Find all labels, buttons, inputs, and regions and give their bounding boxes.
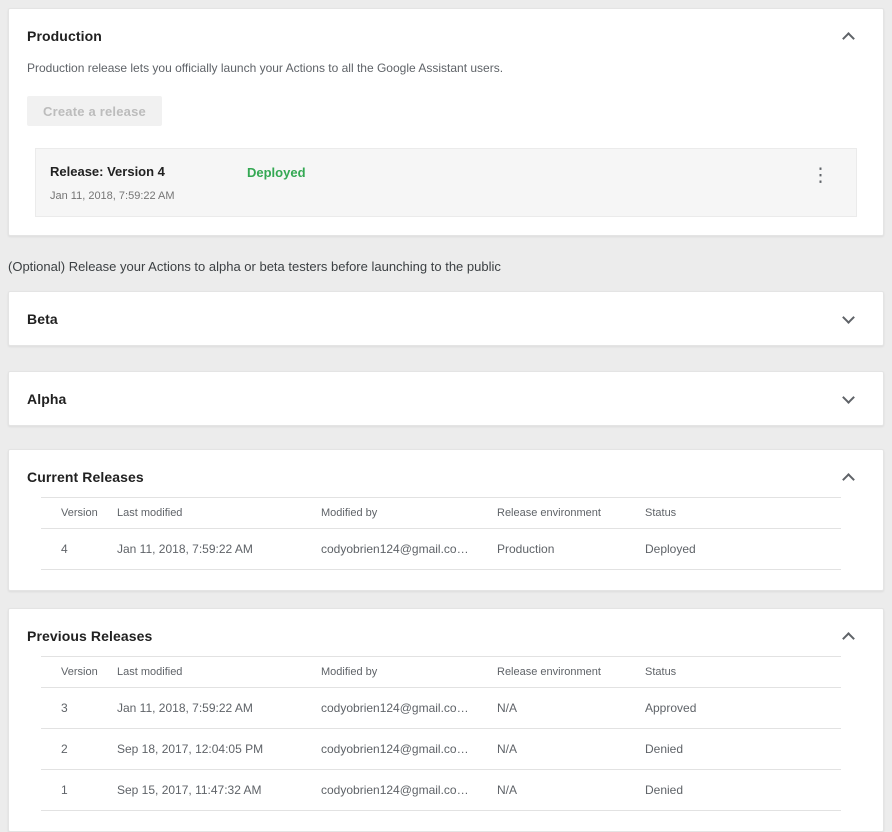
column-header: Release environment bbox=[497, 498, 645, 529]
table-cell: N/A bbox=[497, 729, 645, 770]
column-header: Modified by bbox=[321, 657, 497, 688]
current-releases-table: VersionLast modifiedModified byRelease e… bbox=[41, 497, 841, 570]
table-row: 2Sep 18, 2017, 12:04:05 PMcodyobrien124@… bbox=[41, 729, 841, 770]
table-cell: 2 bbox=[41, 729, 117, 770]
release-info: Release: Version 4 Jan 11, 2018, 7:59:22… bbox=[50, 164, 247, 202]
table-row: 4Jan 11, 2018, 7:59:22 AMcodyobrien124@g… bbox=[41, 529, 841, 570]
table-cell: Jan 11, 2018, 7:59:22 AM bbox=[117, 529, 321, 570]
current-releases-card-header[interactable]: Current Releases bbox=[9, 450, 883, 485]
table-cell: codyobrien124@gmail.co… bbox=[321, 529, 497, 570]
table-row: 3Jan 11, 2018, 7:59:22 AMcodyobrien124@g… bbox=[41, 688, 841, 729]
beta-card: Beta bbox=[8, 291, 884, 346]
chevron-up-icon[interactable] bbox=[842, 473, 855, 486]
production-release-row: Release: Version 4 Jan 11, 2018, 7:59:22… bbox=[35, 148, 857, 217]
current-releases-card: Current Releases VersionLast modifiedMod… bbox=[8, 449, 884, 591]
current-releases-title: Current Releases bbox=[27, 469, 144, 485]
beta-title: Beta bbox=[27, 311, 58, 327]
table-cell: Denied bbox=[645, 729, 841, 770]
chevron-up-icon[interactable] bbox=[842, 32, 855, 45]
table-header-row: VersionLast modifiedModified byRelease e… bbox=[41, 498, 841, 529]
chevron-down-icon[interactable] bbox=[842, 311, 855, 324]
alpha-card-header[interactable]: Alpha bbox=[9, 372, 883, 425]
alpha-title: Alpha bbox=[27, 391, 66, 407]
production-card: Production Production release lets you o… bbox=[8, 8, 884, 236]
previous-releases-card-header[interactable]: Previous Releases bbox=[9, 609, 883, 644]
production-title: Production bbox=[27, 28, 102, 44]
kebab-menu-icon[interactable]: ⋮ bbox=[801, 164, 840, 187]
column-header: Version bbox=[41, 657, 117, 688]
column-header: Version bbox=[41, 498, 117, 529]
alpha-card: Alpha bbox=[8, 371, 884, 426]
table-cell: codyobrien124@gmail.co… bbox=[321, 688, 497, 729]
previous-releases-card: Previous Releases VersionLast modifiedMo… bbox=[8, 608, 884, 832]
release-title: Release: Version 4 bbox=[50, 164, 247, 179]
table-cell: Sep 18, 2017, 12:04:05 PM bbox=[117, 729, 321, 770]
table-cell: Production bbox=[497, 529, 645, 570]
table-header-row: VersionLast modifiedModified byRelease e… bbox=[41, 657, 841, 688]
table-cell: codyobrien124@gmail.co… bbox=[321, 770, 497, 811]
table-row: 1Sep 15, 2017, 11:47:32 AMcodyobrien124@… bbox=[41, 770, 841, 811]
chevron-down-icon[interactable] bbox=[842, 391, 855, 404]
create-release-button[interactable]: Create a release bbox=[27, 96, 162, 126]
column-header: Release environment bbox=[497, 657, 645, 688]
column-header: Status bbox=[645, 657, 841, 688]
table-cell: Deployed bbox=[645, 529, 841, 570]
table-cell: N/A bbox=[497, 770, 645, 811]
column-header: Status bbox=[645, 498, 841, 529]
table-cell: N/A bbox=[497, 688, 645, 729]
release-date: Jan 11, 2018, 7:59:22 AM bbox=[50, 190, 247, 202]
column-header: Last modified bbox=[117, 498, 321, 529]
release-status-badge: Deployed bbox=[247, 165, 306, 180]
beta-card-header[interactable]: Beta bbox=[9, 292, 883, 345]
table-cell: Jan 11, 2018, 7:59:22 AM bbox=[117, 688, 321, 729]
production-description: Production release lets you officially l… bbox=[27, 61, 865, 75]
optional-note: (Optional) Release your Actions to alpha… bbox=[8, 259, 884, 274]
previous-releases-table: VersionLast modifiedModified byRelease e… bbox=[41, 656, 841, 811]
table-cell: 3 bbox=[41, 688, 117, 729]
chevron-up-icon[interactable] bbox=[842, 632, 855, 645]
column-header: Last modified bbox=[117, 657, 321, 688]
table-cell: 1 bbox=[41, 770, 117, 811]
table-cell: codyobrien124@gmail.co… bbox=[321, 729, 497, 770]
table-cell: Approved bbox=[645, 688, 841, 729]
column-header: Modified by bbox=[321, 498, 497, 529]
table-cell: Denied bbox=[645, 770, 841, 811]
previous-releases-title: Previous Releases bbox=[27, 628, 152, 644]
table-cell: Sep 15, 2017, 11:47:32 AM bbox=[117, 770, 321, 811]
production-card-header[interactable]: Production bbox=[9, 9, 883, 44]
table-cell: 4 bbox=[41, 529, 117, 570]
